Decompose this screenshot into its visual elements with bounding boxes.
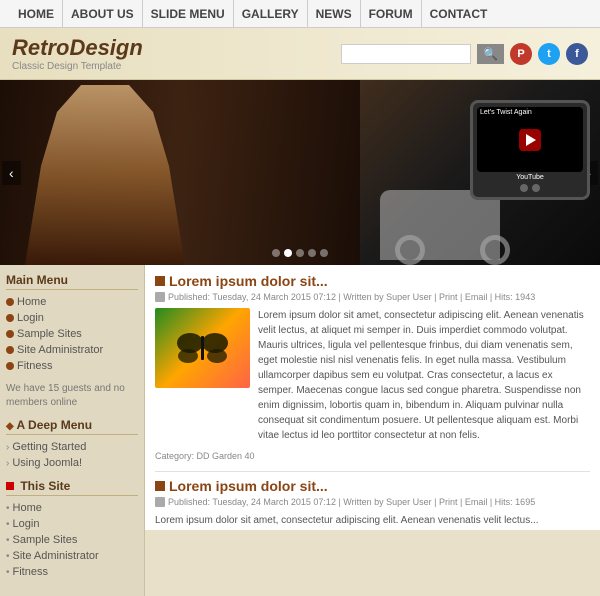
calendar-icon [155,497,165,507]
nav-gallery[interactable]: GALLERY [234,0,308,28]
header-tools: 🔍 P t f [341,43,588,65]
article-1-meta: Published: Tuesday, 24 March 2015 07:12 … [155,292,590,302]
article-2-text: Lorem ipsum dolor sit amet, consectetur … [155,513,590,528]
site-header: RetroDesign Classic Design Template 🔍 P … [0,28,600,80]
bullet-icon: • [6,535,10,546]
play-triangle-icon [526,134,536,146]
article-2-title: Lorem ipsum dolor sit... [155,478,590,494]
tv-knob-1 [520,184,528,192]
tv-play-button[interactable] [519,129,541,151]
slide-dot-2[interactable] [284,249,292,257]
this-site-item-sample-sites[interactable]: • Sample Sites [6,532,138,548]
article-1-thumbnail [155,308,250,388]
article-1-caption: Category: DD Garden 40 [155,451,590,461]
search-button[interactable]: 🔍 [477,44,504,64]
main-menu-title: Main Menu [6,273,138,290]
main-layout: Main Menu Home Login Sample Sites [0,265,600,596]
this-site-item-site-admin[interactable]: • Site Administrator [6,548,138,564]
twitter-icon[interactable]: t [538,43,560,65]
tv-screen: Let's Twist Again [477,107,583,172]
calendar-icon [155,292,165,302]
article-1-title: Lorem ipsum dolor sit... [155,273,590,289]
article-1-text: Lorem ipsum dolor sit amet, consectetur … [258,308,590,443]
slide-indicators [272,249,328,257]
nav-home[interactable]: HOME [10,0,63,28]
slide-dot-4[interactable] [308,249,316,257]
bullet-icon [6,298,14,306]
slide-dot-3[interactable] [296,249,304,257]
bullet-icon: • [6,551,10,562]
arrow-icon: › [6,442,9,453]
main-nav: HOME ABOUT US SLIDE MENU GALLERY NEWS FO… [0,0,600,28]
site-subtitle: Classic Design Template [12,61,143,72]
slide-dot-1[interactable] [272,249,280,257]
search-input[interactable] [341,44,471,64]
this-site-menu-list: • Home • Login • Sample Sites • [6,500,138,580]
butterfly-icon [175,328,230,368]
menu-item-login[interactable]: Login [6,310,138,326]
nav-forum[interactable]: FORUM [361,0,422,28]
main-menu-list: Home Login Sample Sites Site Administrat… [6,294,138,374]
menu-item-fitness[interactable]: Fitness [6,358,138,374]
article-2: Lorem ipsum dolor sit... Published: Tues… [155,478,590,528]
site-title: RetroDesign [12,35,143,61]
arrow-icon: › [6,458,9,469]
pinterest-icon[interactable]: P [510,43,532,65]
guest-note: We have 15 guests and no members online [6,382,138,410]
this-site-item-fitness[interactable]: • Fitness [6,564,138,580]
deep-menu-title: ◆ A Deep Menu [6,418,138,435]
article-2-meta: Published: Tuesday, 24 March 2015 07:12 … [155,497,590,507]
this-site-title: This Site [6,479,138,496]
slide-dot-5[interactable] [320,249,328,257]
bullet-icon [6,362,14,370]
this-site-bullet-icon [6,482,14,490]
bullet-icon: • [6,503,10,514]
tv-title: Let's Twist Again [480,109,532,116]
sidebar: Main Menu Home Login Sample Sites [0,265,145,596]
deep-menu-item-using-joomla[interactable]: › Using Joomla! [6,455,138,471]
facebook-icon[interactable]: f [566,43,588,65]
menu-item-sample-sites[interactable]: Sample Sites [6,326,138,342]
tv-widget: Let's Twist Again YouTube [470,100,590,200]
bullet-icon [6,314,14,322]
slide-prev-button[interactable]: ‹ [2,161,21,185]
tv-platform-label: YouTube [477,174,583,181]
slideshow: ‹ › Let's Twist Again YouTube [0,80,600,265]
article-1-marker-icon [155,276,165,286]
bullet-icon: • [6,567,10,578]
nav-slide-menu[interactable]: SLIDE MENU [143,0,234,28]
this-site-item-home[interactable]: • Home [6,500,138,516]
article-2-marker-icon [155,481,165,491]
slideshow-image: ‹ › Let's Twist Again YouTube [0,80,600,265]
content-area: Lorem ipsum dolor sit... Published: Tues… [145,265,600,530]
deep-menu-list: › Getting Started › Using Joomla! [6,439,138,471]
tv-knobs [477,184,583,192]
bullet-icon [6,330,14,338]
article-divider [155,471,590,472]
site-branding: RetroDesign Classic Design Template [12,35,143,72]
tv-knob-2 [532,184,540,192]
deep-menu-item-getting-started[interactable]: › Getting Started [6,439,138,455]
menu-item-site-admin[interactable]: Site Administrator [6,342,138,358]
bullet-icon [6,346,14,354]
deep-menu-icon: ◆ [6,421,16,432]
article-1-body: Lorem ipsum dolor sit amet, consectetur … [155,308,590,443]
menu-item-home[interactable]: Home [6,294,138,310]
article-1: Lorem ipsum dolor sit... Published: Tues… [155,273,590,461]
nav-news[interactable]: NEWS [308,0,361,28]
bullet-icon: • [6,519,10,530]
nav-contact[interactable]: CONTACT [422,0,496,28]
nav-about[interactable]: ABOUT US [63,0,143,28]
